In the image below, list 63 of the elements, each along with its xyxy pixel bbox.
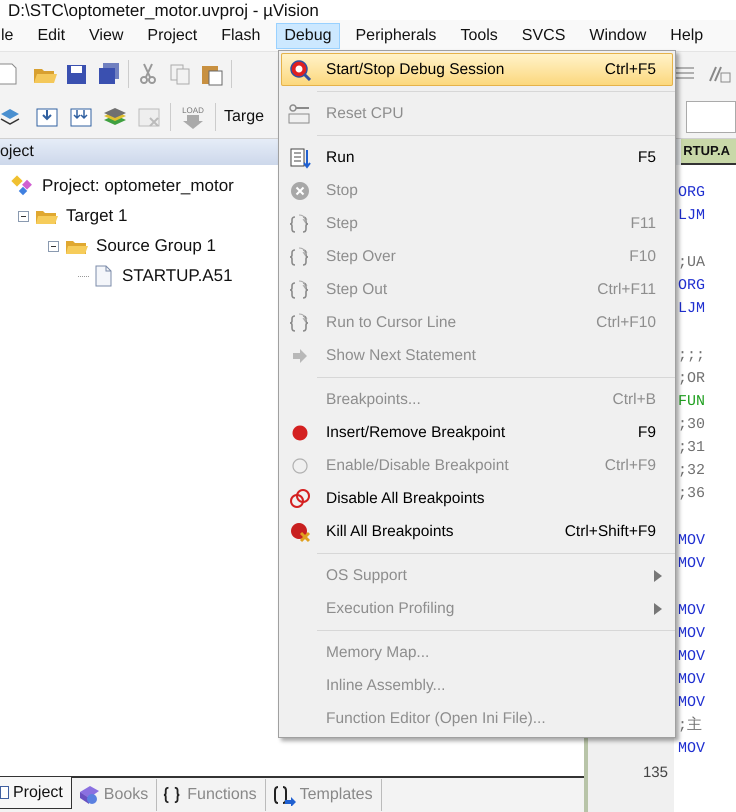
- tree-item[interactable]: Project: optometer_motor: [42, 173, 234, 199]
- menu-bar-item[interactable]: Help: [662, 22, 712, 48]
- code-line: MOV: [678, 693, 706, 713]
- code-line: ;;;: [678, 346, 706, 366]
- line-number: 135: [642, 762, 668, 782]
- disable-breakpoints-icon: [289, 488, 311, 510]
- code-line: ;UA: [678, 253, 706, 273]
- code-line: ;31: [678, 438, 706, 458]
- code-line: FUN: [678, 392, 706, 412]
- tree-item[interactable]: STARTUP.A51: [122, 263, 233, 289]
- debug-session-icon: [289, 58, 311, 80]
- code-line: MOV: [678, 647, 706, 667]
- project-tab-icon: [0, 786, 9, 799]
- code-line: ORG: [678, 183, 706, 203]
- menu-bar-item[interactable]: Edit: [29, 22, 74, 48]
- menu-bar-item[interactable]: Flash: [213, 22, 268, 48]
- book-icon: [78, 784, 100, 806]
- menu-bar-item[interactable]: View: [81, 22, 132, 48]
- tree-item[interactable]: Source Group 1: [96, 233, 216, 259]
- code-line: MOV: [678, 624, 706, 644]
- save-all-icon[interactable]: [96, 61, 122, 87]
- submenu-arrow-icon: [654, 570, 662, 582]
- menu-bar-item[interactable]: le: [0, 22, 22, 48]
- dropdown-field[interactable]: [686, 101, 736, 133]
- menu-bar-item[interactable]: Debug: [276, 22, 340, 48]
- submenu-arrow-icon: [654, 602, 662, 614]
- kill-breakpoints-icon: [289, 520, 311, 542]
- code-line: ORG: [678, 276, 706, 296]
- step-icon: [289, 312, 311, 334]
- code-line: ;OR: [678, 369, 706, 389]
- code-line: MOV: [678, 554, 706, 574]
- code-line: MOV: [678, 601, 706, 621]
- code-line: ;36: [678, 484, 706, 504]
- run-icon: [289, 146, 311, 168]
- step-icon: [289, 212, 311, 234]
- collapse-toggle[interactable]: [48, 240, 59, 252]
- window-title: D:\STC\optometer_motor.uvproj - µVision: [8, 2, 319, 20]
- menu-bar-item[interactable]: Window: [581, 22, 654, 48]
- step-icon: [289, 246, 311, 268]
- tree-item[interactable]: Target 1: [66, 203, 128, 229]
- code-line: ;30: [678, 415, 706, 435]
- stop-icon: [289, 180, 311, 202]
- code-line: ;32: [678, 461, 706, 481]
- editor-tab[interactable]: RTUP.A: [681, 139, 736, 165]
- code-line: LJM: [678, 206, 706, 226]
- menu-bar-item[interactable]: Project: [139, 22, 206, 48]
- code-line: MOV: [678, 670, 706, 690]
- menu-bar-item[interactable]: SVCS: [514, 22, 574, 48]
- menu-bar-item[interactable]: Tools: [452, 22, 506, 48]
- target-label: Targe: [224, 107, 264, 127]
- menu-item[interactable]: Insert/Remove Breakpoint F9: [281, 416, 673, 449]
- template-icon: [272, 784, 296, 806]
- code-line: LJM: [678, 299, 706, 319]
- menu-bar-item[interactable]: Peripherals: [348, 22, 444, 48]
- collapse-toggle[interactable]: [18, 210, 29, 222]
- menu-item[interactable]: Start/Stop Debug Session Ctrl+F5: [281, 53, 673, 86]
- code-line: MOV: [678, 531, 706, 551]
- menu-item[interactable]: Kill All Breakpoints Ctrl+Shift+F9: [281, 515, 673, 548]
- code-line: ;主: [678, 715, 704, 736]
- code-line: MOV: [678, 739, 706, 759]
- panel-tab[interactable]: Project: [0, 777, 72, 809]
- step-icon: [289, 278, 311, 300]
- menu-item[interactable]: Disable All Breakpoints: [281, 482, 673, 515]
